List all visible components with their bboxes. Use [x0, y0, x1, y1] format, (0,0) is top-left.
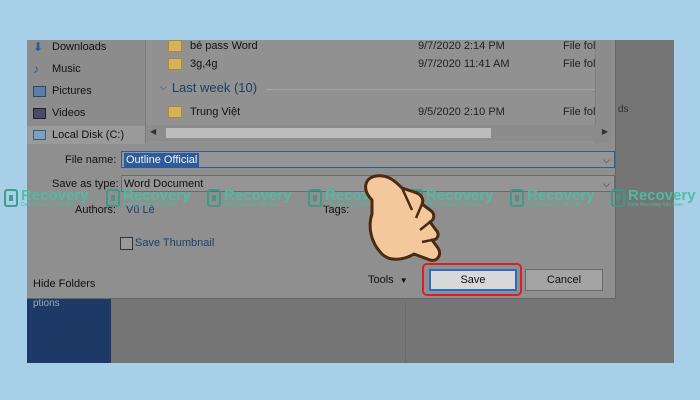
file-name: 3g,4g	[190, 57, 218, 70]
watermark-brand: Recovery	[224, 187, 292, 204]
scrollbar-thumb[interactable]	[166, 128, 491, 138]
watermark-logo: Recovery Data Recovery Việt Nam	[106, 188, 191, 208]
save-button[interactable]: Save	[429, 269, 517, 291]
save-thumbnail-label[interactable]: Save Thumbnail	[135, 237, 214, 249]
lock-icon	[207, 189, 221, 207]
save-thumbnail-checkbox[interactable]	[120, 237, 133, 250]
nav-item-videos[interactable]: Videos	[33, 104, 85, 122]
scroll-right-icon[interactable]: ▶	[602, 127, 608, 136]
pointing-hand-icon	[364, 174, 442, 262]
folder-icon	[168, 57, 182, 70]
watermark-brand: Recovery	[527, 187, 595, 204]
chevron-down-icon[interactable]: ⌵	[603, 176, 610, 192]
nav-item-label: Music	[52, 63, 81, 75]
folder-icon	[168, 105, 182, 118]
app-right-text: ds	[618, 104, 629, 115]
nav-item-music[interactable]: ♪ Music	[33, 60, 81, 78]
file-date: 9/7/2020 11:41 AM	[418, 57, 510, 70]
horizontal-scrollbar[interactable]: ◀ ▶	[146, 125, 612, 141]
hide-folders-label: Hide Folders	[33, 278, 96, 290]
group-header-last-week[interactable]: ⌵ Last week (10)	[160, 80, 257, 95]
chevron-down-icon: ⌵	[160, 82, 167, 92]
scroll-left-icon[interactable]: ◀	[150, 127, 156, 136]
download-icon: ⬇	[33, 40, 44, 54]
dropdown-arrow-icon: ▼	[399, 275, 408, 285]
watermark-logo: Recovery Data Recovery Việt Nam	[4, 188, 89, 208]
watermark-brand: Recovery	[21, 187, 89, 204]
file-name-label: File name:	[65, 154, 117, 166]
music-icon: ♪	[33, 62, 39, 76]
file-name-field[interactable]: Outline Official ⌵	[121, 151, 615, 168]
app-sidebar-text: ptions	[33, 298, 60, 309]
file-date: 9/5/2020 2:10 PM	[418, 105, 505, 118]
nav-item-local-disk[interactable]: Local Disk (C:)	[27, 126, 145, 144]
file-name: bé pass Word	[190, 40, 258, 52]
nav-item-downloads[interactable]: ⬇ Downloads	[33, 40, 106, 56]
lock-icon	[106, 189, 120, 207]
cancel-button[interactable]: Cancel	[525, 269, 603, 291]
group-divider	[266, 89, 596, 90]
watermark-logo: Recovery Data Recovery Việt Nam	[510, 188, 595, 208]
lock-icon	[611, 189, 625, 207]
file-name: Trung Việt	[190, 105, 241, 118]
videos-icon	[33, 107, 46, 119]
nav-item-label: Downloads	[52, 41, 107, 53]
folder-icon	[168, 40, 182, 52]
nav-item-label: Pictures	[52, 85, 92, 97]
watermark-brand: Recovery	[123, 187, 191, 204]
tools-label: Tools	[368, 274, 394, 286]
lock-icon	[308, 189, 322, 207]
watermark-tagline: Data Recovery Việt Nam	[21, 202, 76, 208]
watermark-tagline: Data Recovery Việt Nam	[123, 202, 178, 208]
file-name-value: Outline Official	[124, 152, 200, 167]
tools-menu[interactable]: Tools ▼	[368, 274, 408, 286]
watermark-logo: Recovery Data Recovery Việt Nam	[611, 188, 696, 208]
disk-icon	[33, 130, 46, 140]
watermark-brand: Recovery	[628, 187, 696, 204]
watermark-tagline: Data Recovery Việt Nam	[224, 202, 279, 208]
app-divider	[405, 302, 406, 363]
watermark-tagline: Data Recovery Việt Nam	[628, 202, 683, 208]
file-row[interactable]: bé pass Word 9/7/2020 2:14 PM File folde…	[168, 40, 611, 54]
chevron-down-icon[interactable]: ⌵	[603, 152, 610, 168]
watermark-logo: Recovery Data Recovery Việt Nam	[207, 188, 292, 208]
hide-folders-toggle[interactable]: Hide Folders	[33, 278, 95, 290]
watermark-tagline: Data Recovery Việt Nam	[527, 202, 582, 208]
file-row[interactable]: Trung Việt 9/5/2020 2:10 PM File folder	[168, 103, 611, 120]
group-header-label: Last week (10)	[171, 80, 258, 95]
file-date: 9/7/2020 2:14 PM	[418, 40, 505, 52]
save-as-dialog: ⬇ Downloads ♪ Music Pictures Videos Loca…	[27, 40, 616, 299]
nav-item-label: Local Disk (C:)	[52, 129, 125, 141]
file-row[interactable]: 3g,4g 9/7/2020 11:41 AM File folder	[168, 55, 611, 72]
nav-item-label: Videos	[52, 107, 86, 119]
navigation-pane[interactable]: ⬇ Downloads ♪ Music Pictures Videos Loca…	[27, 40, 146, 144]
lock-icon	[4, 189, 18, 207]
lock-icon	[510, 189, 524, 207]
nav-item-pictures[interactable]: Pictures	[33, 82, 92, 100]
pictures-icon	[33, 85, 46, 97]
